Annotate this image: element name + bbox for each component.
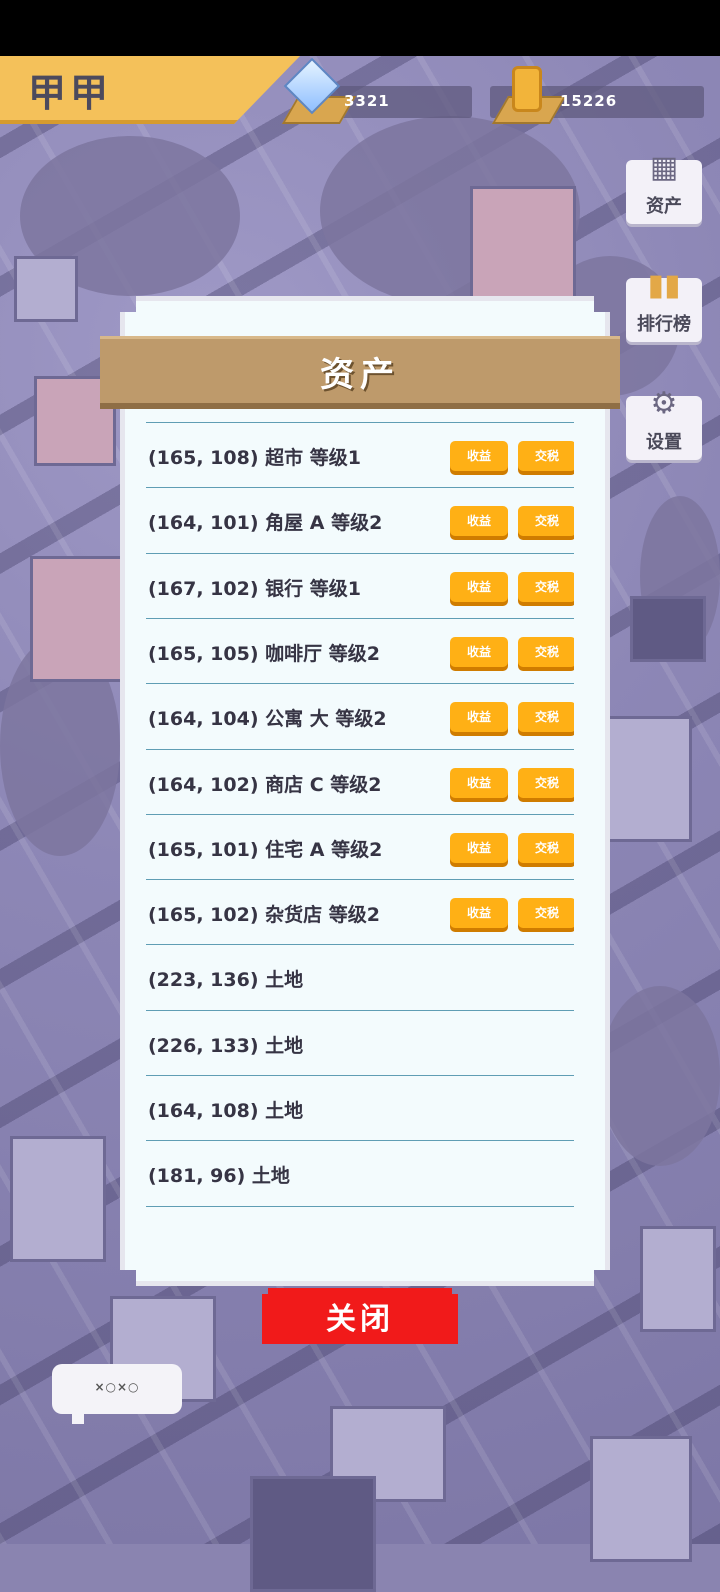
tax-button[interactable]: 交税	[518, 441, 574, 471]
tax-button[interactable]: 交税	[518, 898, 574, 929]
asset-row: (165, 108) 超市 等级1 收益 交税	[146, 422, 574, 487]
tax-button[interactable]: 交税	[518, 636, 574, 667]
buildings-icon: ▦	[649, 150, 679, 185]
asset-row-text: (165, 101) 住宅 A 等级2	[148, 838, 383, 861]
income-button[interactable]: 收益	[450, 441, 508, 471]
settings-button[interactable]: ⚙ 设置	[626, 386, 702, 460]
assets-panel-title: 资产	[320, 355, 400, 395]
income-button[interactable]: 收益	[450, 898, 508, 929]
close-button-label: 关闭	[326, 1302, 394, 1337]
chart-bars-icon: ▮▮	[647, 268, 681, 303]
asset-row: (165, 102) 杂货店 等级2 收益 交税	[146, 879, 574, 944]
asset-row: (164, 104) 公寓 大 等级2 收益 交税	[146, 683, 574, 748]
income-button[interactable]: 收益	[450, 636, 508, 667]
asset-row-text: (226, 133) 土地	[148, 1034, 304, 1057]
coin-count: 15226	[560, 92, 618, 110]
asset-row: (226, 133) 土地	[146, 1009, 574, 1075]
tax-button[interactable]: 交税	[518, 506, 574, 537]
assets-panel-header: 资产	[100, 336, 620, 409]
assets-button[interactable]: ▦ 资产	[626, 150, 702, 224]
asset-row: (164, 102) 商店 C 等级2 收益 交税	[146, 748, 574, 814]
income-button[interactable]: 收益	[450, 702, 508, 733]
chat-text: ×○×○	[94, 1380, 140, 1394]
asset-row-text: (164, 102) 商店 C 等级2	[148, 773, 382, 796]
asset-row: (164, 101) 角屋 A 等级2 收益 交税	[146, 487, 574, 552]
chat-bubble[interactable]: ×○×○	[52, 1364, 182, 1414]
asset-row: (164, 108) 土地	[146, 1075, 574, 1140]
asset-list[interactable]: (165, 108) 超市 等级1 收益 交税 (164, 101) 角屋 A 等级2…	[146, 422, 574, 1232]
player-name: 甲甲	[28, 71, 113, 115]
tax-button[interactable]: 交税	[518, 571, 574, 602]
asset-row-text: (164, 101) 角屋 A 等级2	[148, 512, 383, 535]
income-button[interactable]: 收益	[450, 767, 508, 798]
assets-button-label: 资产	[646, 196, 682, 217]
asset-row-text: (167, 102) 银行 等级1	[148, 577, 361, 600]
status-bar	[0, 0, 720, 56]
tax-button[interactable]: 交税	[518, 832, 574, 863]
asset-row-text: (223, 136) 土地	[148, 969, 304, 992]
asset-row-text: (181, 96) 土地	[148, 1165, 290, 1188]
asset-row: (223, 136) 土地	[146, 944, 574, 1009]
asset-row: (181, 96) 土地	[146, 1140, 574, 1205]
asset-row: (165, 105) 咖啡厅 等级2 收益 交税	[146, 617, 574, 683]
income-button[interactable]: 收益	[450, 506, 508, 537]
ranking-button-label: 排行榜	[637, 314, 691, 335]
tax-button[interactable]: 交税	[518, 702, 574, 733]
ranking-button[interactable]: ▮▮ 排行榜	[626, 268, 702, 342]
asset-row-text: (165, 108) 超市 等级1	[148, 447, 361, 469]
gear-icon: ⚙	[650, 386, 678, 421]
tax-button[interactable]: 交税	[518, 767, 574, 798]
chat-bubble-tail	[72, 1412, 84, 1424]
asset-row: (167, 102) 银行 等级1 收益 交税	[146, 552, 574, 618]
asset-row-text: (165, 105) 咖啡厅 等级2	[148, 642, 380, 665]
income-button[interactable]: 收益	[450, 832, 508, 863]
coin-icon	[512, 66, 542, 112]
diamond-icon	[283, 57, 341, 115]
asset-row: (165, 101) 住宅 A 等级2 收益 交税	[146, 813, 574, 879]
settings-button-label: 设置	[646, 432, 682, 453]
asset-row-text: (165, 102) 杂货店 等级2	[148, 904, 380, 927]
asset-row-text: (164, 108) 土地	[148, 1100, 304, 1122]
asset-row-text: (164, 104) 公寓 大 等级2	[148, 708, 387, 731]
income-button[interactable]: 收益	[450, 571, 508, 602]
diamond-count: 3321	[344, 92, 390, 110]
close-button[interactable]: 关闭	[262, 1288, 458, 1344]
asset-row	[146, 1205, 574, 1232]
